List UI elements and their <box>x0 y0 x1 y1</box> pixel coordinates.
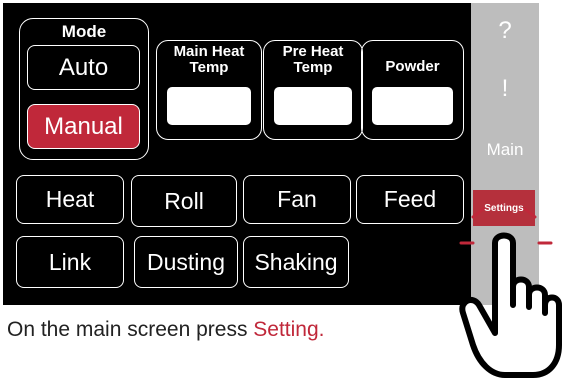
auto-label: Auto <box>58 53 109 81</box>
caption-text: On the main screen press <box>7 318 254 341</box>
heat-button[interactable]: Heat <box>16 175 124 224</box>
pointing-hand <box>459 232 562 378</box>
link-button[interactable]: Link <box>16 236 124 288</box>
main-heat-temp-title: Main Heat Temp <box>173 43 245 76</box>
main-button[interactable]: Main <box>471 140 539 160</box>
auto-button[interactable]: Auto <box>27 45 140 90</box>
powder-title: Powder <box>385 58 440 75</box>
main-heat-temp-panel: Main Heat Temp <box>156 40 262 140</box>
help-icon: ? <box>498 17 512 44</box>
help-button[interactable]: ? <box>471 17 539 45</box>
feed-label: Feed <box>383 186 437 212</box>
roll-button[interactable]: Roll <box>131 175 237 227</box>
feed-button[interactable]: Feed <box>356 175 464 224</box>
caption-highlight: Setting. <box>253 318 325 341</box>
mode-title: Mode <box>61 22 107 41</box>
dusting-label: Dusting <box>147 248 225 275</box>
fan-label: Fan <box>277 186 317 212</box>
pre-heat-temp-panel: Pre Heat Temp <box>263 40 363 140</box>
fan-button[interactable]: Fan <box>243 175 351 224</box>
tap-hand-icon <box>459 207 562 378</box>
powder-panel: Powder <box>361 40 464 140</box>
hmi-screen: Mode Auto Manual Main Heat Temp Pre Heat… <box>3 3 471 305</box>
alarm-icon: ! <box>501 75 509 102</box>
heat-label: Heat <box>45 186 95 212</box>
pre-heat-temp-title: Pre Heat Temp <box>282 43 344 76</box>
main-label: Main <box>486 140 524 159</box>
link-label: Link <box>48 248 92 275</box>
powder-field[interactable] <box>372 87 453 125</box>
dusting-button[interactable]: Dusting <box>134 236 238 288</box>
manual-button[interactable]: Manual <box>27 104 140 149</box>
manual-label: Manual <box>44 112 123 140</box>
shaking-label: Shaking <box>254 248 338 275</box>
alarm-button[interactable]: ! <box>471 75 539 103</box>
mode-panel: Mode Auto Manual <box>19 18 149 160</box>
instruction-caption: On the main screen press Setting. <box>7 318 325 342</box>
pre-heat-temp-field[interactable] <box>274 87 352 125</box>
shaking-button[interactable]: Shaking <box>243 236 349 288</box>
main-heat-temp-field[interactable] <box>167 87 251 125</box>
roll-label: Roll <box>164 187 204 214</box>
